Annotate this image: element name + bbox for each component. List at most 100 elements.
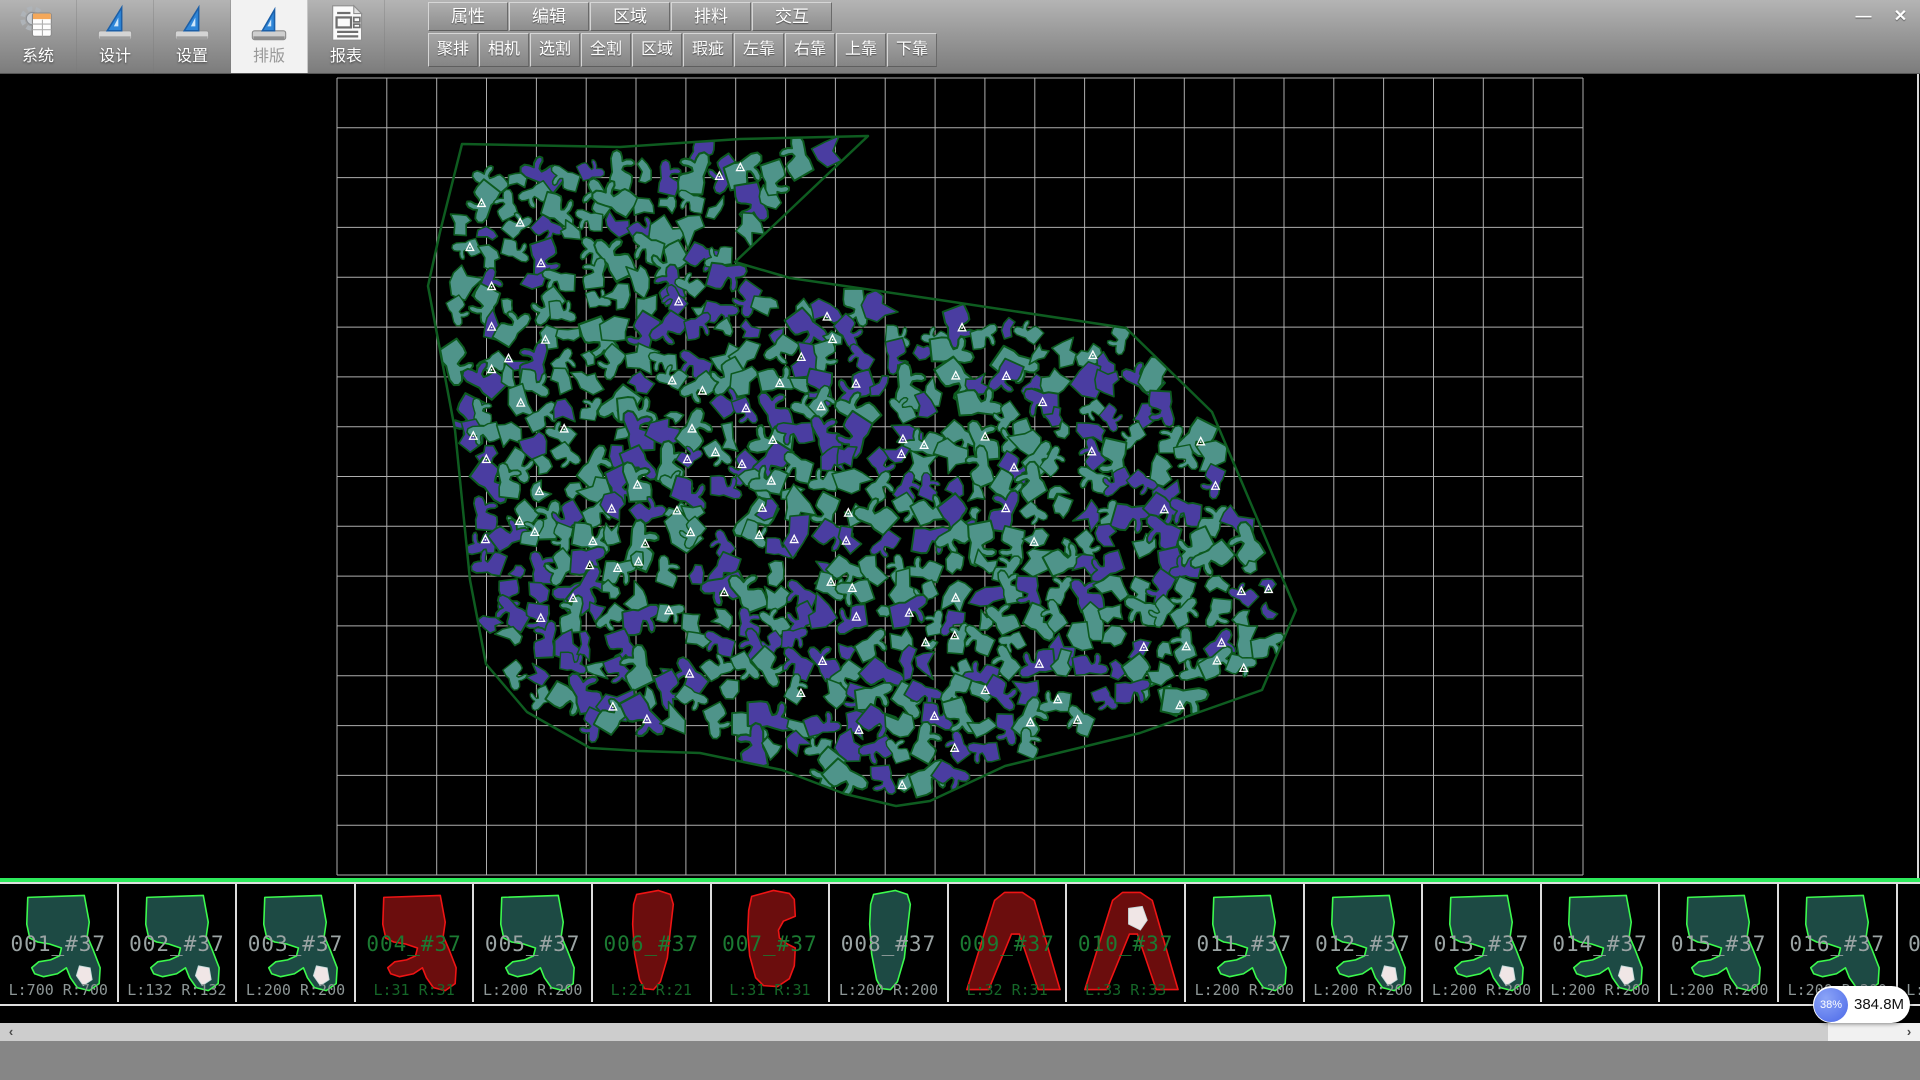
piece-number-label: 001_#37 [0, 932, 117, 956]
piece-lr-count-label: L:200 R:200 [1660, 981, 1777, 999]
canvas-right-edge [1917, 73, 1919, 879]
nested-piece[interactable] [946, 552, 964, 574]
thumbnail-cell-012_#37[interactable]: 012_#37L:200 R:200 [1305, 884, 1424, 1002]
piece-marker-dot [779, 383, 781, 385]
menu-item-row2-4[interactable]: 区域 [632, 33, 682, 67]
horizontal-scrollbar[interactable]: ‹ › [0, 1023, 1920, 1041]
menu-item-row2-6[interactable]: 左靠 [734, 33, 784, 67]
piece-marker-dot [847, 513, 849, 515]
piece-number-label: 009_#37 [949, 932, 1066, 956]
piece-marker-dot [955, 597, 957, 599]
piece-marker-dot [715, 452, 717, 454]
piece-marker-dot [923, 445, 925, 447]
piece-lr-count-label: L:200 R:200 [1542, 981, 1659, 999]
thumbnail-cell-003_#37[interactable]: 003_#37L:200 R:200 [237, 884, 356, 1002]
menu-item-row2-9[interactable]: 下靠 [887, 33, 937, 67]
layout-ruler-icon [249, 3, 289, 48]
piece-marker-dot [741, 464, 743, 466]
thumbnail-cell-006_#37[interactable]: 006_#37L:21 R:21 [593, 884, 712, 1002]
piece-lr-count-label: L:200 R:200 [1186, 981, 1303, 999]
toolbar-button-label: 系统 [22, 48, 54, 66]
toolbar-button-system-gear[interactable]: 系统 [0, 0, 77, 73]
piece-marker-dot [739, 167, 741, 169]
thumbnail-cell-014_#37[interactable]: 014_#37L:200 R:200 [1542, 884, 1661, 1002]
piece-marker-dot [519, 222, 521, 224]
piece-marker-dot [925, 642, 927, 644]
thumbnail-cell-008_#37[interactable]: 008_#37 L:200 R:200 [830, 884, 949, 1002]
menu-item-row2-5[interactable]: 瑕疵 [683, 33, 733, 67]
menu-item-row2-8[interactable]: 上靠 [836, 33, 886, 67]
piece-number-label: 015_#37 [1660, 932, 1777, 956]
piece-marker-dot [908, 613, 910, 615]
minimize-button[interactable]: — [1847, 3, 1880, 30]
piece-marker-dot [901, 454, 903, 456]
piece-marker-dot [520, 403, 522, 405]
piece-marker-dot [617, 568, 619, 570]
nested-piece[interactable] [556, 328, 580, 341]
menu-item-row2-0[interactable]: 聚排 [428, 33, 478, 67]
thumbnail-cell-013_#37[interactable]: 013_#37L:200 R:200 [1423, 884, 1542, 1002]
piece-marker-dot [563, 428, 565, 430]
scroll-left-button[interactable]: ‹ [0, 1023, 22, 1041]
thumbnail-cell-007_#37[interactable]: 007_#37L:31 R:31 [712, 884, 831, 1002]
piece-marker-dot [1005, 508, 1007, 510]
piece-number-label: 005_#37 [474, 932, 591, 956]
toolbar-button-layout-ruler[interactable]: 排版 [231, 0, 308, 73]
piece-lr-count-label: L:200 R:200 [830, 981, 947, 999]
piece-lr-count-label: L:200 R:200 [237, 981, 354, 999]
piece-marker-dot [469, 247, 471, 249]
thumbnail-cell-017_#37[interactable]: 017_#37L:200 R:200 [1898, 884, 1920, 1002]
piece-marker-dot [855, 383, 857, 385]
scrollbar-thumb[interactable] [22, 1023, 1828, 1041]
piece-marker-dot [718, 176, 720, 178]
memory-badge[interactable]: 38% 384.8M [1813, 986, 1910, 1023]
thumbnail-cell-011_#37[interactable]: 011_#37L:200 R:200 [1186, 884, 1305, 1002]
piece-marker-dot [770, 480, 772, 482]
menu-item-row1-1[interactable]: 编辑 [509, 2, 589, 31]
piece-marker-dot [851, 588, 853, 590]
piece-marker-dot [820, 406, 822, 408]
piece-marker-dot [845, 540, 847, 542]
piece-marker-dot [954, 635, 956, 637]
close-button[interactable]: ✕ [1884, 3, 1917, 30]
menu-item-row1-4[interactable]: 交互 [752, 2, 832, 31]
piece-marker-dot [485, 459, 487, 461]
piece-marker-dot [822, 661, 824, 663]
scroll-right-button[interactable]: › [1898, 1023, 1920, 1041]
thumbnail-cell-009_#37[interactable]: 009_#37L:32 R:31 [949, 884, 1068, 1002]
nesting-canvas[interactable] [0, 0, 1920, 880]
memory-value: 384.8M [1854, 996, 1904, 1013]
piece-marker-dot [855, 617, 857, 619]
menu-item-row2-2[interactable]: 选割 [530, 33, 580, 67]
thumbnail-cell-005_#37[interactable]: 005_#37L:200 R:200 [474, 884, 593, 1002]
thumbnail-cell-002_#37[interactable]: 002_#37L:132 R:132 [119, 884, 238, 1002]
piece-marker-dot [858, 730, 860, 732]
toolbar-button-design-ruler[interactable]: 设计 [77, 0, 154, 73]
piece-lr-count-label: L:31 R:31 [356, 981, 473, 999]
menu-item-row2-3[interactable]: 全割 [581, 33, 631, 67]
system-gear-icon [18, 3, 58, 48]
thumbnail-cell-004_#37[interactable]: 004_#37L:31 R:31 [356, 884, 475, 1002]
thumbnail-cell-016_#37[interactable]: 016_#37L:200 R:200 [1779, 884, 1898, 1002]
thumbnail-cell-010_#37[interactable]: 010_#37L:33 R:33 [1067, 884, 1186, 1002]
piece-marker-dot [1200, 441, 1202, 443]
piece-marker-dot [491, 286, 493, 288]
menu-item-row1-2[interactable]: 区域 [590, 2, 670, 31]
piece-marker-dot [1038, 664, 1040, 666]
toolbar-button-report-doc[interactable]: 报表 [308, 0, 385, 73]
menu-item-row1-3[interactable]: 排料 [671, 2, 751, 31]
piece-marker-dot [485, 539, 487, 541]
menu-item-row2-1[interactable]: 相机 [479, 33, 529, 67]
piece-marker-dot [1215, 486, 1217, 488]
menu-item-row2-7[interactable]: 右靠 [785, 33, 835, 67]
thumbnail-cell-001_#37[interactable]: 001_#37L:700 R:700 [0, 884, 119, 1002]
nested-piece[interactable] [634, 198, 655, 215]
menu-item-row1-0[interactable]: 属性 [428, 2, 508, 31]
piece-number-label: 013_#37 [1423, 932, 1540, 956]
piece-marker-dot [1091, 451, 1093, 453]
thumbnail-cell-015_#37[interactable]: 015_#37 L:200 R:200 [1660, 884, 1779, 1002]
piece-marker-dot [1057, 699, 1059, 701]
toolbar-button-label: 设计 [99, 48, 131, 66]
piece-number-label: 008_#37 [830, 932, 947, 956]
toolbar-button-settings-ruler[interactable]: 设置 [154, 0, 231, 73]
